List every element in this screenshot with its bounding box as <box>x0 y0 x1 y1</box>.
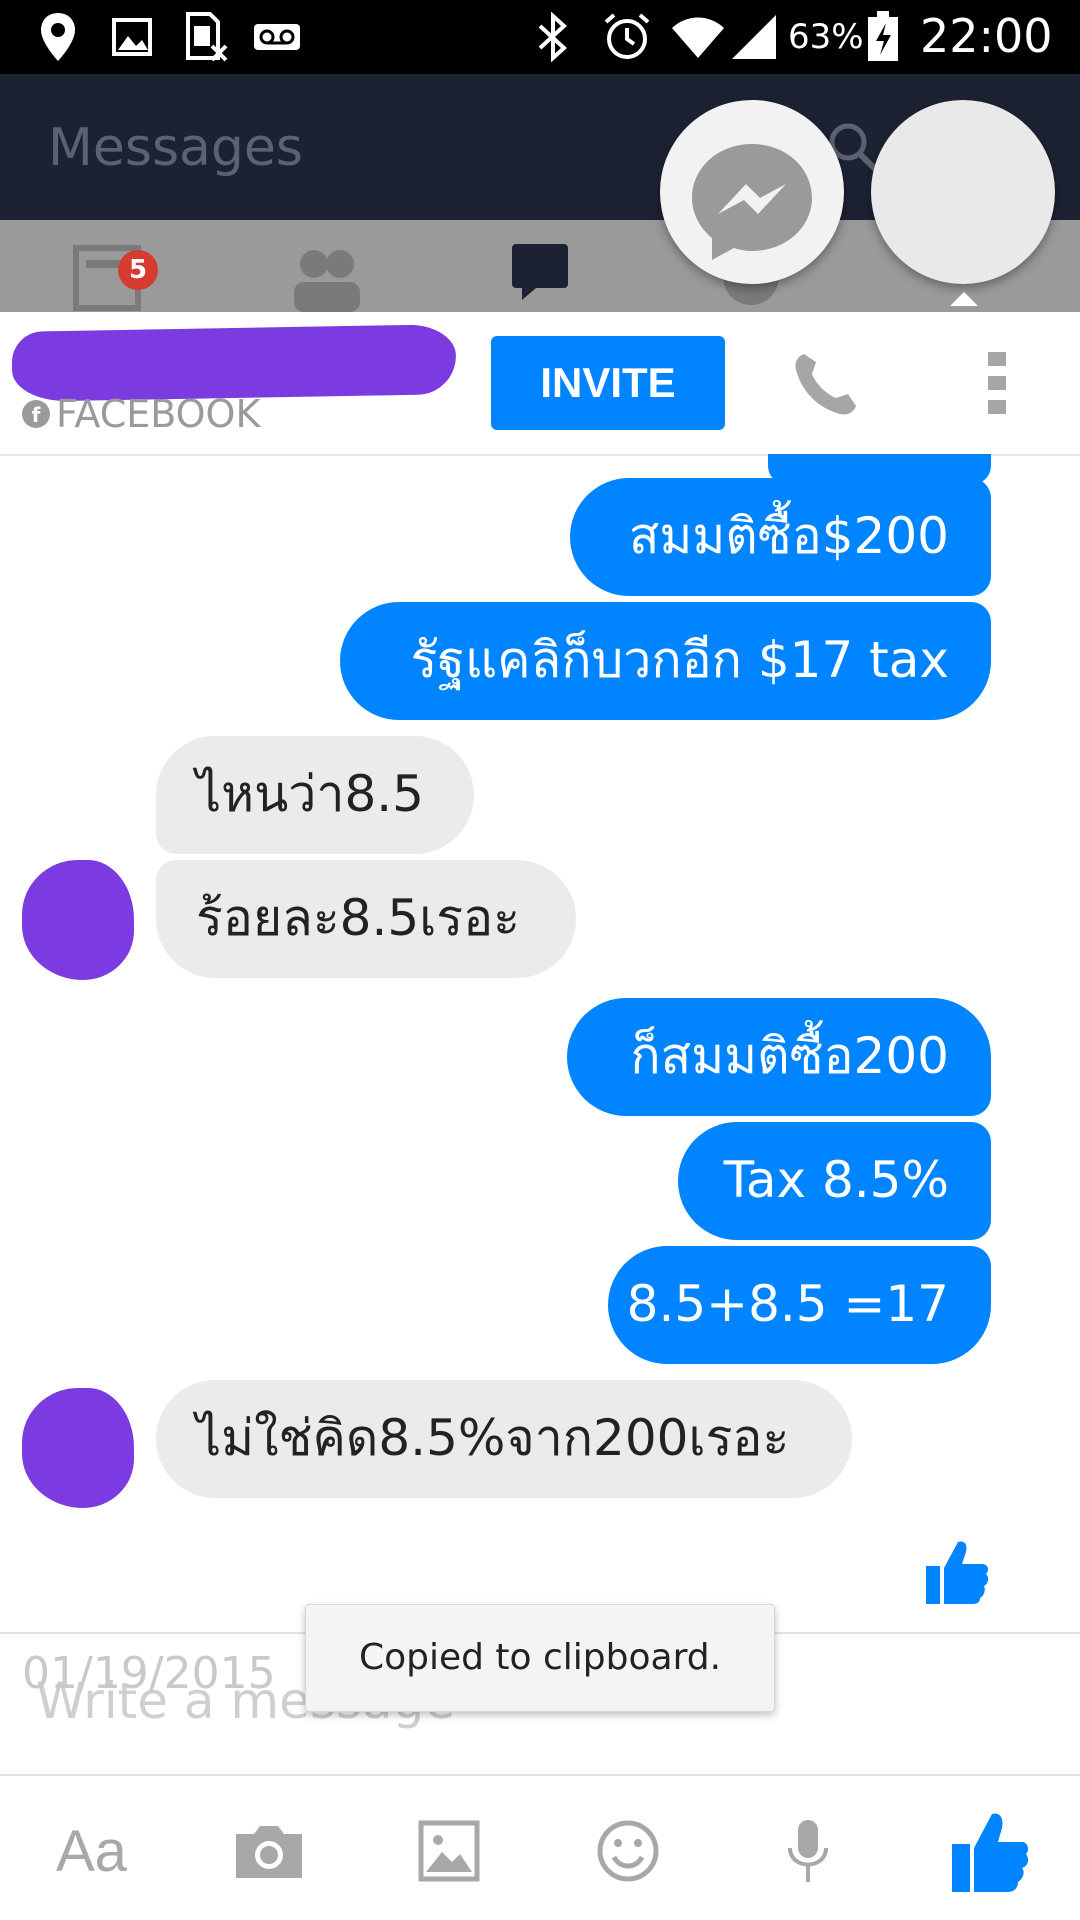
messages-tab-icon <box>510 242 570 306</box>
message-text: ไหนว่า8.5 <box>196 765 424 823</box>
voicemail-icon <box>252 12 302 62</box>
redacted-contact-name <box>11 324 457 402</box>
message-text: ไม่ใช่คิด8.5%จาก200เรอะ <box>196 1409 790 1467</box>
status-bar: 63% 22:00 <box>0 0 1080 74</box>
message-timestamp: 01/19/2015 <box>22 1648 276 1699</box>
emoji-icon[interactable] <box>596 1806 660 1896</box>
contact-avatar[interactable] <box>22 860 134 980</box>
background-app-title: Messages <box>48 118 303 178</box>
clock: 22:00 <box>920 9 1053 63</box>
image-icon <box>112 12 152 62</box>
messenger-chathead[interactable] <box>660 100 844 284</box>
gallery-icon[interactable] <box>418 1806 480 1896</box>
battery-icon <box>866 11 900 62</box>
phone-icon[interactable] <box>790 348 862 420</box>
message-text: 8.5+8.5 =17 <box>626 1275 949 1333</box>
message-text: สมมติซื้อ$200 <box>628 507 949 565</box>
message-text: รัฐแคลิก็บวกอีก $17 tax <box>410 631 949 689</box>
camera-icon[interactable] <box>232 1806 306 1896</box>
bluetooth-icon <box>536 12 570 62</box>
text-format-button[interactable]: Aa <box>56 1806 127 1896</box>
facebook-icon: f <box>22 400 50 428</box>
source-label: f FACEBOOK <box>22 392 260 436</box>
message-bubble-outgoing[interactable]: 8.5+8.5 =17 <box>608 1246 991 1364</box>
location-icon <box>38 12 78 62</box>
contact-avatar[interactable] <box>22 1388 134 1508</box>
sent-like-icon <box>924 1536 990 1610</box>
source-label-text: FACEBOOK <box>56 392 261 436</box>
message-bubble-incoming[interactable]: ร้อยละ8.5เรอะ <box>156 860 576 978</box>
message-bubble-outgoing[interactable]: ก็สมมติซื้อ200 <box>567 998 991 1116</box>
alarm-icon <box>602 12 652 62</box>
chathead-pointer <box>950 292 978 306</box>
message-text: Tax 8.5% <box>723 1151 949 1209</box>
friends-icon <box>286 242 366 316</box>
message-bubble-outgoing[interactable]: สมมติซื้อ$200 <box>570 478 991 596</box>
composer-toolbar: Aa <box>0 1774 1080 1920</box>
message-bubble-outgoing[interactable]: Tax 8.5% <box>678 1122 991 1240</box>
battery-percent: 63% <box>788 17 864 57</box>
invite-button[interactable]: INVITE <box>491 336 725 430</box>
clipboard-toast: Copied to clipboard. <box>305 1604 775 1712</box>
like-send-icon[interactable] <box>950 1806 1030 1896</box>
sim-icon <box>184 12 228 62</box>
message-bubble-incoming[interactable]: ไม่ใช่คิด8.5%จาก200เรอะ <box>156 1380 852 1498</box>
messenger-icon <box>692 144 812 260</box>
more-options-icon[interactable] <box>984 352 1012 422</box>
microphone-icon[interactable] <box>786 1806 830 1896</box>
contact-chathead[interactable] <box>871 100 1055 284</box>
message-bubble-incoming[interactable]: ไหนว่า8.5 <box>156 736 474 854</box>
message-text: ก็สมมติซื้อ200 <box>630 1027 949 1085</box>
message-text: ร้อยละ8.5เรอะ <box>196 889 521 947</box>
message-bubble-outgoing[interactable]: รัฐแคลิก็บวกอีก $17 tax <box>340 602 991 720</box>
conversation-header: f FACEBOOK INVITE <box>0 312 1080 456</box>
notification-badge: 5 <box>118 250 158 290</box>
wifi-icon <box>670 12 726 62</box>
signal-icon <box>730 12 778 62</box>
